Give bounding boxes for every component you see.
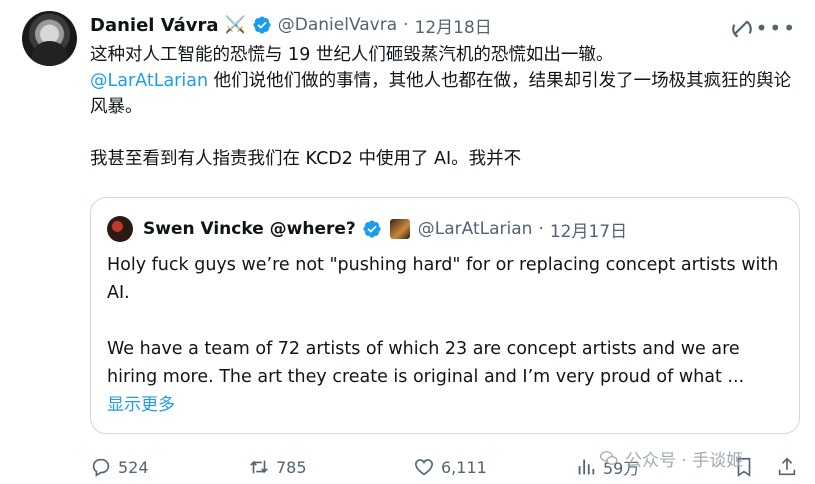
retweet-icon xyxy=(250,460,268,474)
watermark-text: 公众号 · 手谈姬 xyxy=(625,450,744,471)
reply-button[interactable]: 524 xyxy=(90,452,149,482)
author-name[interactable]: Daniel Vávra xyxy=(90,15,219,36)
wechat-watermark: 公众号 · 手谈姬 xyxy=(599,445,743,471)
quoted-author-handle: @LarAtLarian xyxy=(417,219,533,239)
quoted-tweet-card[interactable]: Swen Vincke @where? @LarAtLarian · 12月17… xyxy=(90,197,800,434)
tweet-text-line2: @LarAtLarian 他们说他们做的事情，其他人也都在做，结果却引发了一场极… xyxy=(90,68,800,120)
grok-icon[interactable] xyxy=(729,16,755,42)
retweet-button[interactable]: 785 xyxy=(248,452,307,482)
author-emoji: ⚔️ xyxy=(224,15,246,35)
share-button[interactable] xyxy=(776,452,804,482)
wechat-icon xyxy=(600,451,618,465)
show-more-link[interactable]: 显示更多 xyxy=(107,391,787,419)
quoted-text-para2: We have a team of 72 artists of which 23… xyxy=(107,339,745,387)
quoted-author-name: Swen Vincke @where? xyxy=(143,219,356,239)
tweet-text-line3: 我甚至看到有人指责我们在 KCD2 中使用了 AI。我并不 xyxy=(90,149,522,169)
verified-badge-icon xyxy=(253,16,271,34)
quoted-author-avatar xyxy=(107,216,133,242)
tweet-text-line1: 这种对人工智能的恐慌与 19 世纪人们砸毁蒸汽机的恐慌如出一辙。 xyxy=(90,45,614,65)
affiliate-badge-icon xyxy=(389,219,410,239)
quoted-tweet-header: Swen Vincke @where? @LarAtLarian · 12月17… xyxy=(107,215,627,243)
tweet-header: Daniel Vávra ⚔️ @DanielVavra · 12月18日 xyxy=(90,12,492,38)
mention-link[interactable]: @LarAtLarian xyxy=(90,71,208,91)
quoted-tweet-date: 12月17日 xyxy=(549,221,628,242)
views-icon xyxy=(578,459,595,475)
like-count: 6,111 xyxy=(441,457,487,477)
author-avatar[interactable] xyxy=(22,11,77,66)
reply-icon xyxy=(92,458,110,477)
share-icon xyxy=(778,457,796,476)
tweet-date[interactable]: 12月18日 xyxy=(415,13,492,38)
like-button[interactable]: 6,111 xyxy=(413,452,487,482)
verified-badge-icon xyxy=(363,220,381,238)
like-icon xyxy=(414,459,434,476)
more-icon[interactable]: ••• xyxy=(756,18,797,38)
retweet-count: 785 xyxy=(276,457,307,477)
author-handle[interactable]: @DanielVavra xyxy=(278,15,397,35)
quoted-tweet-text: Holy fuck guys we’re not "pushing hard" … xyxy=(107,251,787,419)
tweet-text: 这种对人工智能的恐慌与 19 世纪人们砸毁蒸汽机的恐慌如出一辙。 @LarAtL… xyxy=(90,42,800,172)
reply-count: 524 xyxy=(118,457,149,477)
separator-dot: · xyxy=(538,219,544,239)
separator-dot: · xyxy=(403,15,409,35)
quoted-text-para1: Holy fuck guys we’re not "pushing hard" … xyxy=(107,255,779,303)
